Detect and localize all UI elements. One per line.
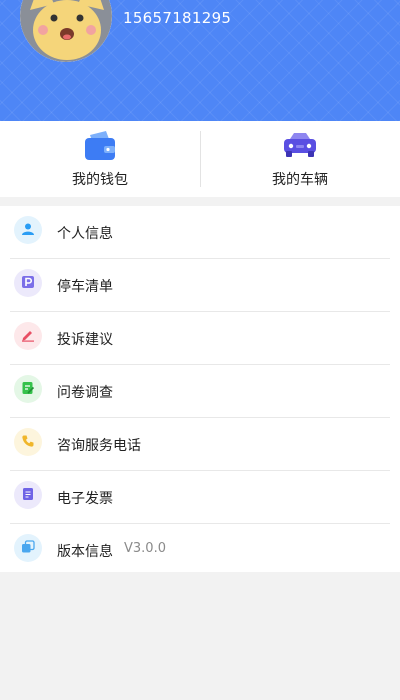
- menu-label: 电子发票: [57, 491, 113, 507]
- menu-item-survey[interactable]: 问卷调查: [10, 365, 390, 418]
- quick-divider: [200, 131, 201, 187]
- menu-list: 个人信息 停车清单 投诉建议 问卷调查 咨询服务电话 电子发票 版本信息 V3.…: [0, 206, 400, 572]
- my-wallet-label: 我的钱包: [72, 172, 128, 188]
- menu-label: 咨询服务电话: [57, 438, 141, 454]
- menu-item-parking-list[interactable]: 停车清单: [10, 259, 390, 312]
- menu-item-e-invoice[interactable]: 电子发票: [10, 471, 390, 524]
- survey-icon: [14, 375, 42, 403]
- wallet-icon: [82, 131, 118, 167]
- person-icon: [14, 216, 42, 244]
- menu-label: 投诉建议: [57, 332, 113, 348]
- profile-header: 15657181295: [0, 0, 400, 121]
- menu-item-version-info[interactable]: 版本信息 V3.0.0: [10, 524, 390, 576]
- menu-label: 停车清单: [57, 279, 113, 295]
- my-wallet-button[interactable]: 我的钱包: [0, 121, 200, 197]
- my-vehicle-label: 我的车辆: [272, 172, 328, 188]
- menu-item-complaints[interactable]: 投诉建议: [10, 312, 390, 365]
- layers-icon: [14, 534, 42, 562]
- parking-icon: [14, 269, 42, 297]
- version-number: V3.0.0: [124, 541, 166, 556]
- menu-item-service-hotline[interactable]: 咨询服务电话: [10, 418, 390, 471]
- menu-label: 问卷调查: [57, 385, 113, 401]
- phone-number: 15657181295: [123, 9, 232, 27]
- car-icon: [282, 131, 318, 167]
- my-vehicle-button[interactable]: 我的车辆: [200, 121, 400, 197]
- invoice-icon: [14, 481, 42, 509]
- menu-item-personal-info[interactable]: 个人信息: [10, 206, 390, 259]
- phone-icon: [14, 428, 42, 456]
- pen-icon: [14, 322, 42, 350]
- menu-label: 个人信息: [57, 226, 113, 242]
- avatar-mascot-icon: [20, 0, 112, 62]
- menu-label: 版本信息: [57, 544, 113, 560]
- avatar[interactable]: [20, 0, 112, 62]
